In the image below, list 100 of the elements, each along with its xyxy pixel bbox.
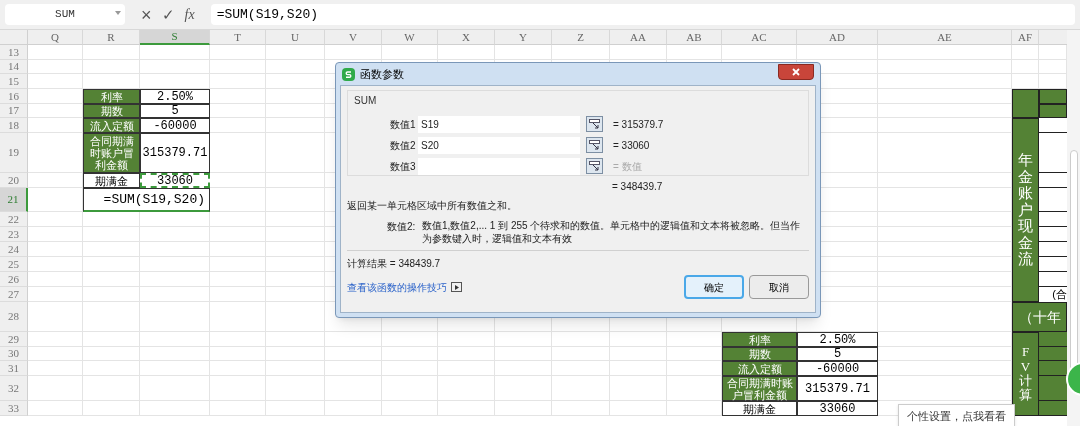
row-header[interactable]: 13 [0, 45, 28, 60]
empty-cell[interactable] [83, 376, 140, 401]
row-header[interactable]: 15 [0, 74, 28, 89]
column-header[interactable]: Z [552, 30, 610, 45]
empty-cell[interactable] [266, 133, 325, 173]
empty-cell[interactable] [140, 332, 210, 347]
empty-cell[interactable] [83, 347, 140, 361]
name-box[interactable]: SUM [5, 4, 125, 25]
row-header[interactable]: 21 [0, 188, 28, 212]
empty-cell[interactable] [878, 173, 1012, 188]
row-header[interactable]: 29 [0, 332, 28, 347]
empty-cell[interactable] [140, 287, 210, 302]
empty-cell[interactable] [878, 74, 1012, 89]
column-header[interactable]: AD [797, 30, 878, 45]
help-link[interactable]: 查看该函数的操作技巧 [347, 279, 447, 295]
empty-cell[interactable] [140, 60, 210, 74]
empty-cell[interactable] [210, 347, 266, 361]
row-header[interactable]: 22 [0, 212, 28, 227]
video-icon[interactable] [451, 282, 462, 292]
empty-cell[interactable] [83, 227, 140, 242]
empty-cell[interactable] [210, 227, 266, 242]
range-select-button[interactable] [586, 137, 603, 153]
empty-cell[interactable] [140, 401, 210, 416]
empty-cell[interactable] [610, 401, 667, 416]
empty-cell[interactable] [140, 227, 210, 242]
select-all-corner[interactable] [0, 30, 28, 45]
empty-cell[interactable] [83, 60, 140, 74]
empty-cell[interactable] [878, 212, 1012, 227]
empty-cell[interactable] [210, 361, 266, 376]
empty-cell[interactable] [83, 401, 140, 416]
column-header[interactable]: Q [28, 30, 83, 45]
range-select-button[interactable] [586, 116, 603, 132]
empty-cell[interactable] [140, 242, 210, 257]
empty-cell[interactable] [266, 332, 325, 347]
empty-cell[interactable] [210, 74, 266, 89]
empty-cell[interactable] [325, 361, 382, 376]
empty-cell[interactable] [266, 347, 325, 361]
empty-cell[interactable] [878, 118, 1012, 133]
column-header[interactable]: T [210, 30, 266, 45]
row-header[interactable]: 16 [0, 89, 28, 104]
close-icon[interactable] [792, 68, 800, 76]
empty-cell[interactable] [382, 361, 438, 376]
empty-cell[interactable] [552, 361, 610, 376]
dialog-button[interactable]: 确定 [684, 275, 744, 299]
empty-cell[interactable] [438, 332, 495, 347]
empty-cell[interactable] [83, 287, 140, 302]
empty-cell[interactable] [878, 287, 1012, 302]
empty-cell[interactable] [552, 401, 610, 416]
empty-cell[interactable] [140, 302, 210, 332]
column-header[interactable]: W [382, 30, 438, 45]
column-header[interactable]: U [266, 30, 325, 45]
empty-cell[interactable] [210, 272, 266, 287]
empty-cell[interactable] [552, 347, 610, 361]
empty-cell[interactable] [266, 89, 325, 104]
empty-cell[interactable] [438, 401, 495, 416]
empty-cell[interactable] [266, 212, 325, 227]
column-header[interactable]: Y [495, 30, 552, 45]
empty-cell[interactable] [325, 332, 382, 347]
empty-cell[interactable] [210, 401, 266, 416]
empty-cell[interactable] [140, 257, 210, 272]
caret-icon[interactable] [115, 11, 121, 15]
empty-cell[interactable] [266, 188, 325, 212]
row-header[interactable]: 20 [0, 173, 28, 188]
empty-cell[interactable] [382, 376, 438, 401]
empty-cell[interactable] [83, 257, 140, 272]
empty-cell[interactable] [878, 227, 1012, 242]
empty-cell[interactable] [495, 347, 552, 361]
formula-field[interactable]: =SUM(S19,S20) [210, 4, 1075, 25]
empty-cell[interactable] [438, 376, 495, 401]
empty-cell[interactable] [266, 60, 325, 74]
close-button[interactable] [778, 64, 814, 80]
column-header[interactable]: X [438, 30, 495, 45]
empty-cell[interactable] [325, 376, 382, 401]
empty-cell[interactable] [878, 257, 1012, 272]
row-header[interactable]: 19 [0, 133, 28, 173]
empty-cell[interactable] [266, 257, 325, 272]
empty-cell[interactable] [878, 89, 1012, 104]
formula-cell[interactable]: =SUM(S19,S20) [83, 188, 210, 212]
empty-cell[interactable] [438, 347, 495, 361]
empty-cell[interactable] [610, 376, 667, 401]
column-header[interactable]: S [140, 30, 210, 45]
empty-cell[interactable] [266, 118, 325, 133]
empty-cell[interactable] [495, 332, 552, 347]
empty-cell[interactable] [210, 332, 266, 347]
enter-button[interactable]: ✓ [161, 7, 175, 22]
empty-cell[interactable] [382, 332, 438, 347]
empty-cell[interactable] [610, 361, 667, 376]
row-header[interactable]: 24 [0, 242, 28, 257]
empty-cell[interactable] [140, 376, 210, 401]
empty-cell[interactable] [266, 272, 325, 287]
empty-cell[interactable] [1012, 60, 1039, 74]
empty-cell[interactable] [266, 227, 325, 242]
empty-cell[interactable] [210, 212, 266, 227]
input-field[interactable]: S19 [418, 115, 580, 133]
column-header[interactable]: V [325, 30, 382, 45]
empty-cell[interactable] [266, 361, 325, 376]
empty-cell[interactable] [266, 173, 325, 188]
empty-cell[interactable] [266, 287, 325, 302]
empty-cell[interactable] [878, 104, 1012, 118]
empty-cell[interactable] [610, 332, 667, 347]
